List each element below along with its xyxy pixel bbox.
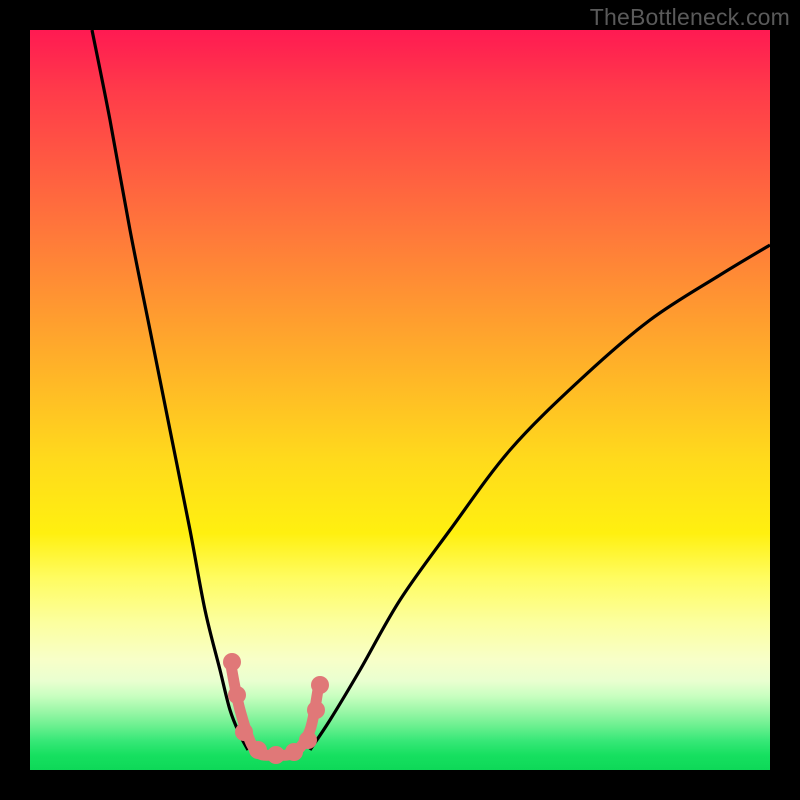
- valley-marker: [228, 686, 246, 704]
- valley-marker: [267, 746, 285, 764]
- valley-marker: [299, 731, 317, 749]
- valley-marker: [307, 701, 325, 719]
- valley-marker: [223, 653, 241, 671]
- valley-marker: [285, 743, 303, 761]
- watermark-text: TheBottleneck.com: [590, 4, 790, 31]
- chart-svg: [30, 30, 770, 770]
- valley-marker: [311, 676, 329, 694]
- curve-left-branch: [92, 30, 248, 750]
- curve-right-branch: [310, 245, 770, 750]
- valley-marker: [249, 741, 267, 759]
- plot-gradient-area: [30, 30, 770, 770]
- outer-frame: TheBottleneck.com: [0, 0, 800, 800]
- valley-marker: [235, 723, 253, 741]
